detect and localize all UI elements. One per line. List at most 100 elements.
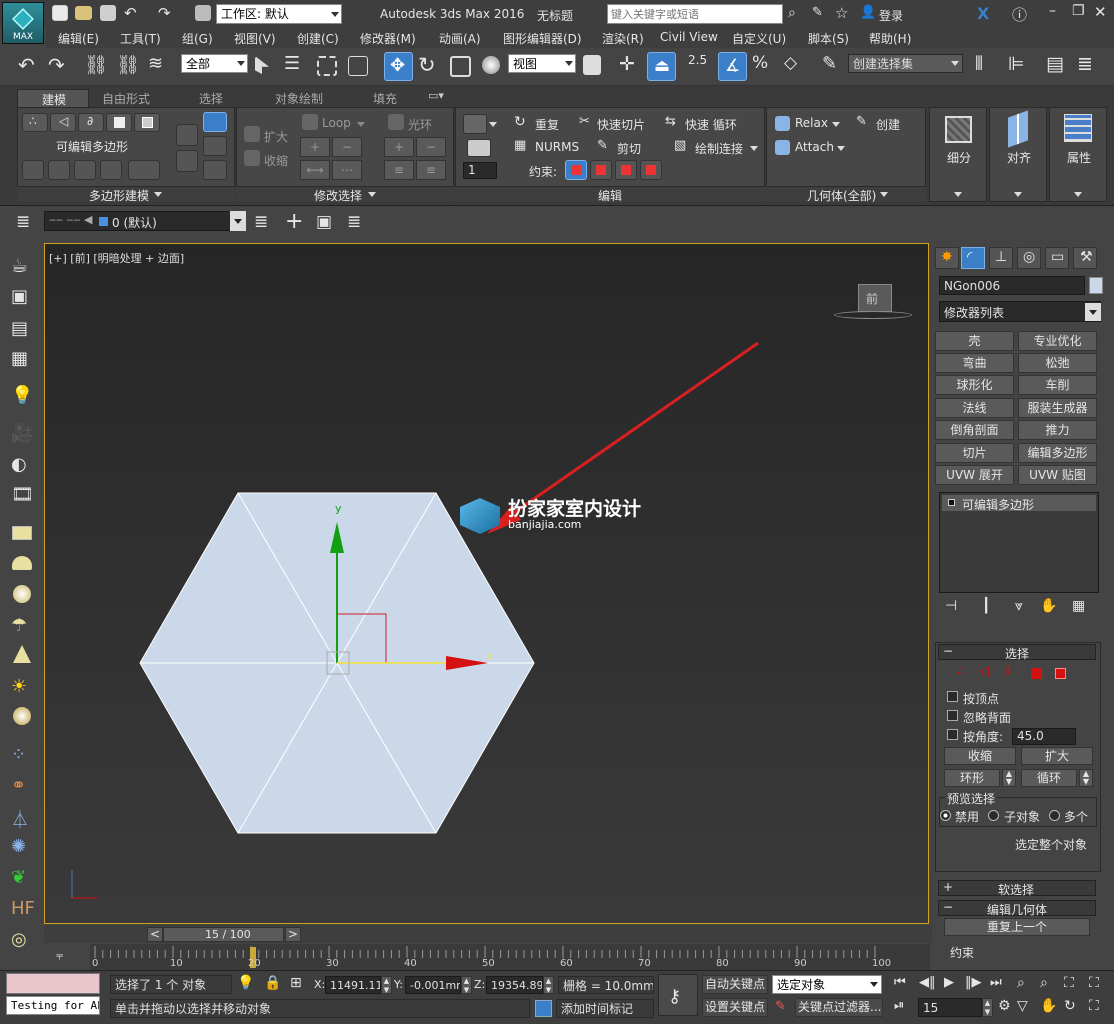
ring-grow-button[interactable]: + [384, 137, 414, 157]
close-button[interactable]: ✕ [1094, 3, 1107, 21]
auto-key-button[interactable]: 自动关键点 [702, 975, 768, 994]
rollout-selection-header[interactable]: − 选择 [938, 644, 1096, 661]
ignore-backfacing-checkbox[interactable] [947, 710, 958, 721]
shrink-icon[interactable] [244, 150, 260, 166]
create-layer-icon[interactable]: ≣ [254, 212, 268, 232]
polygon-mode-icon[interactable] [106, 113, 132, 132]
menu-create[interactable]: 创建(C) [297, 30, 339, 47]
isolate-icon[interactable]: 💡 [237, 975, 254, 991]
mod-uvw-unwrap-button[interactable]: UVW 展开 [935, 465, 1014, 485]
attach-label[interactable]: Attach [795, 140, 834, 154]
zoom-icon[interactable]: ⌕ [1017, 975, 1025, 991]
mod-bend-button[interactable]: 弯曲 [935, 353, 1014, 373]
mod-slice-button[interactable]: 切片 [935, 443, 1014, 463]
tab-modeling[interactable]: 建模 [17, 89, 89, 107]
rollout-soft-selection[interactable]: + 软选择 [938, 880, 1096, 897]
create-geom-icon[interactable]: ✎ [856, 114, 867, 129]
ribbon-options-icon[interactable]: ▭▾ [428, 89, 444, 102]
binoculars-icon[interactable]: ⌕ [788, 5, 796, 21]
redo-toolbar-icon[interactable]: ↷ [48, 53, 65, 77]
repeat-label[interactable]: 重复 [535, 116, 559, 133]
hair-fur-icon[interactable]: HF [11, 898, 35, 919]
selection-lock-icon[interactable]: 🔒 [264, 975, 281, 991]
mirror-icon[interactable]: ⫴ [975, 53, 983, 75]
properties-panel-button[interactable]: 属性 [1049, 107, 1107, 202]
stack-expand-icon[interactable] [948, 499, 955, 506]
rect-region-icon[interactable] [317, 56, 337, 76]
vertex-mode-icon[interactable]: ∴ [22, 113, 48, 132]
zoom-extents-all-icon[interactable]: ⛶ [1089, 975, 1099, 991]
orbit-icon[interactable]: ↻ [1064, 998, 1076, 1014]
render-setup-icon[interactable]: ◐ [11, 454, 27, 475]
by-vertex-checkbox[interactable] [947, 691, 958, 702]
ring-shrink-button[interactable]: − [416, 137, 446, 157]
panel-modify-selection-title[interactable]: 修改选择 [314, 187, 362, 204]
place-icon[interactable] [482, 56, 500, 74]
constraint-face-icon[interactable] [615, 160, 637, 180]
sel-edge-icon[interactable]: ◁ [979, 664, 989, 679]
teapot-icon[interactable]: ☕ [11, 255, 28, 277]
selection-filter-dropdown-icon[interactable] [237, 61, 245, 66]
mod-relax-button[interactable]: 松弛 [1018, 353, 1097, 373]
select-in-layer-icon[interactable]: ▣ [316, 212, 332, 232]
object-color-swatch[interactable] [1089, 277, 1103, 294]
hierarchy-tab-icon[interactable]: ⊥ [989, 247, 1013, 269]
search-box[interactable] [607, 4, 783, 24]
loop-label[interactable]: Loop [322, 116, 351, 130]
tab-selection[interactable]: 选择 [199, 90, 223, 107]
ring-option-2-button[interactable]: ≡ [416, 160, 446, 180]
scene-explorer-icon[interactable]: ▤ [11, 318, 28, 339]
time-config-icon[interactable]: ⚙ [998, 998, 1011, 1014]
exchange-icon[interactable]: ✎ [812, 5, 823, 20]
sel-vertex-icon[interactable]: ∴ [957, 664, 965, 679]
nurms-icon[interactable]: ▦ [514, 138, 526, 153]
poly-tool-2-icon[interactable] [48, 160, 70, 180]
z-coord-spinner[interactable]: ▲ ▼ [543, 976, 554, 994]
link-icon[interactable]: ⛓ [84, 53, 108, 76]
x-coord-field[interactable]: 11491.111 [325, 976, 381, 994]
camera-icon[interactable]: 🎥 [11, 423, 33, 444]
mod-push-button[interactable]: 推力 [1018, 420, 1097, 440]
key-mode-toggle-icon[interactable]: ⏯ [894, 998, 904, 1013]
project-icon[interactable] [195, 5, 211, 21]
remove-modifier-icon[interactable]: ✋ [1040, 598, 1057, 614]
align-toolbar-icon[interactable]: ⊫ [1008, 53, 1025, 75]
poly-tool-5-icon[interactable] [128, 160, 160, 180]
bind-space-warp-icon[interactable]: ≋ [148, 53, 163, 74]
select-by-name-icon[interactable]: ☰ [284, 53, 300, 74]
grow-label[interactable]: 扩大 [264, 128, 288, 145]
field-of-view-icon[interactable]: ▽ [1017, 998, 1028, 1014]
gear-flower-icon[interactable]: ✺ [11, 836, 26, 857]
layer-dropdown[interactable]: ‒‒ ‒‒ ◀ 0 (默认) [44, 211, 246, 231]
time-prev-button[interactable]: < [147, 927, 163, 942]
panel-modify-selection-dropdown-icon[interactable] [368, 192, 376, 197]
add-to-layer-icon[interactable]: + [285, 209, 303, 234]
dome-icon[interactable]: ☂ [11, 615, 27, 636]
menu-help[interactable]: 帮助(H) [869, 30, 911, 47]
workspace-select[interactable]: 工作区: 默认 [216, 4, 342, 24]
align-panel-button[interactable]: 对齐 [989, 107, 1047, 202]
motion-tab-icon[interactable]: ◎ [1017, 247, 1041, 269]
paint-connect-icon[interactable]: ▧ [674, 138, 686, 153]
rotate-icon[interactable]: ↻ [418, 53, 436, 77]
angle-spinner[interactable]: 45.0 [1012, 728, 1076, 745]
maxscript-listener-pink[interactable] [6, 973, 100, 994]
window-crossing-icon[interactable] [348, 56, 368, 76]
tab-populate[interactable]: 填充 [373, 90, 397, 107]
maximize-viewport-icon[interactable]: ⛶ [1089, 998, 1099, 1014]
user-icon[interactable]: 👤 [860, 5, 876, 20]
light-lister-icon[interactable]: 💡 [11, 385, 33, 406]
ring-button[interactable]: 环形 [944, 769, 1000, 787]
paint-connect-label[interactable]: 绘制连接 [695, 140, 743, 157]
key-filter-icon[interactable]: ✎ [775, 999, 786, 1014]
loop-option-2-button[interactable]: ⋯ [332, 160, 362, 180]
preview-disable-radio[interactable] [940, 810, 951, 821]
poly-tool-1-icon[interactable] [22, 160, 44, 180]
x-coord-spinner[interactable]: ▲ ▼ [381, 976, 392, 994]
ring-option-1-button[interactable]: ≡ [384, 160, 414, 180]
select-move-icon[interactable]: ✥ [384, 52, 413, 81]
grow-icon[interactable] [244, 126, 260, 142]
loop-shrink-button[interactable]: − [332, 137, 362, 157]
relax-icon[interactable] [775, 116, 790, 131]
modifier-list-dropdown[interactable]: 修改器列表 [939, 301, 1101, 322]
